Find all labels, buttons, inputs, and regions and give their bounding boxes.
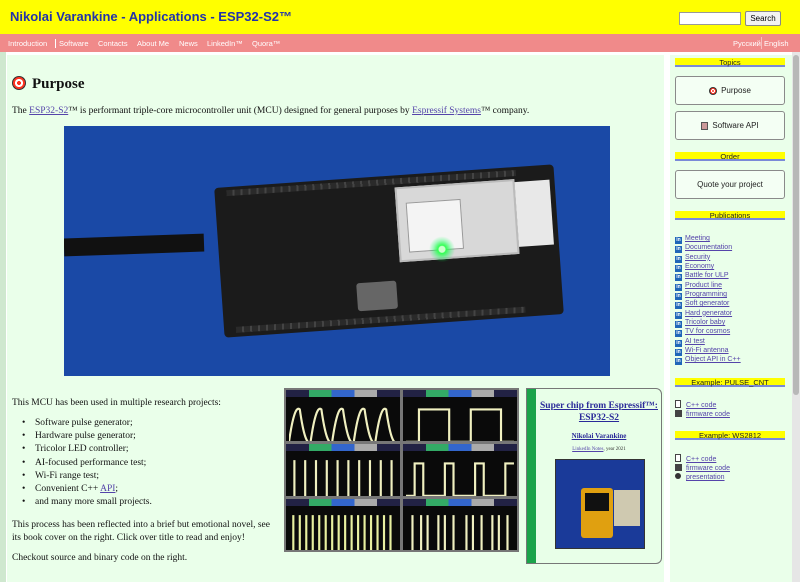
code-link[interactable]: C++ code (675, 454, 730, 464)
research-text: This MCU has been used in multiple resea… (12, 398, 221, 408)
dev-board (214, 164, 564, 338)
presentation-icon (675, 473, 681, 479)
book-cover-image[interactable] (555, 459, 645, 549)
list-item: Wi-Fi range test; (22, 471, 152, 484)
document-icon (701, 121, 709, 130)
api-link[interactable]: API (100, 484, 115, 494)
publication-item[interactable]: in AI test (675, 337, 741, 347)
topic-software-api-button[interactable]: Software API (675, 111, 785, 140)
sidebar-heading-order: Order (675, 152, 785, 161)
project-list: Software pulse generator; Hardware pulse… (22, 418, 152, 510)
nav-item-software[interactable]: Software (55, 39, 89, 48)
nav-item-about-me[interactable]: About Me (137, 39, 169, 48)
scope-screen (403, 390, 517, 442)
list-item: Software pulse generator; (22, 418, 152, 431)
publications-list: in Meeting in Documentation in Security in E… (675, 234, 741, 366)
file-icon (675, 454, 681, 462)
book-card[interactable]: Super chip from Espressif™: ESP32-S2 Nik… (526, 388, 662, 564)
presentation-link[interactable]: presentation (675, 473, 730, 483)
list-item: AI-focused performance test; (22, 458, 152, 471)
sidebar-heading-example-pulse-cnt: Example: PULSE_CNT (675, 378, 785, 387)
nav-item-quora[interactable]: Quora™ (252, 39, 280, 48)
publication-item[interactable]: in Battle for ULP (675, 271, 741, 282)
publication-item[interactable]: in Programming (675, 290, 741, 301)
esp32-s2-link[interactable]: ESP32-S2 (29, 106, 68, 116)
publication-item[interactable]: in Hard generator (675, 309, 741, 319)
topic-purpose-button[interactable]: Purpose (675, 76, 785, 105)
publication-item[interactable]: in Product line (675, 281, 741, 291)
sidebar-heading-publications: Publications (675, 211, 785, 220)
site-header: Nikolai Varankine - Applications - ESP32… (0, 0, 800, 34)
list-item: Convenient C++ API; (22, 484, 152, 497)
publication-item[interactable]: in Meeting (675, 234, 741, 244)
search-button[interactable]: Search (745, 11, 781, 26)
usb-connector (356, 280, 399, 312)
nav-item-contacts[interactable]: Contacts (98, 39, 128, 48)
book-title-link[interactable]: Super chip from Espressif™: ESP32-S2 (539, 400, 659, 424)
firmware-link[interactable]: firmware code (675, 463, 730, 474)
checkout-text: Checkout source and binary code on the r… (12, 553, 188, 563)
green-led (428, 235, 456, 264)
binary-icon (675, 463, 682, 471)
nav-item-news[interactable]: News (179, 39, 198, 48)
nav-item-linkedin[interactable]: LinkedIn™ (207, 39, 243, 48)
board-photo (64, 126, 610, 376)
scope-screen (403, 444, 517, 496)
publication-item[interactable]: in Tricolor baby (675, 318, 741, 329)
binary-icon (675, 409, 682, 417)
page-title: Purpose (12, 76, 85, 93)
espressif-link[interactable]: Espressif Systems (412, 106, 481, 116)
publication-item[interactable]: in Soft generator (675, 299, 741, 310)
book-author[interactable]: Nikolai Varankine (539, 432, 659, 440)
file-icon (675, 400, 681, 408)
scope-screen (403, 498, 517, 550)
left-margin (0, 52, 6, 582)
intro-paragraph: The ESP32-S2™ is performant triple-core … (12, 106, 530, 116)
search-input[interactable] (679, 12, 741, 25)
code-link[interactable]: C++ code (675, 400, 730, 410)
publication-item[interactable]: in Wi-Fi antenna (675, 346, 741, 357)
example-pulse-cnt-links: C++ code firmware code (675, 400, 730, 419)
list-item: Tricolor LED controller; (22, 444, 152, 457)
example-ws2812-links: C++ code firmware code presentation (675, 454, 730, 483)
list-item: and many more small projects. (22, 497, 152, 510)
publication-item[interactable]: in Security (675, 253, 741, 263)
publication-item[interactable]: in Economy (675, 262, 741, 273)
linkedin-icon: in (675, 358, 682, 366)
scrollbar-thumb[interactable] (793, 55, 799, 395)
nav-item-introduction[interactable]: Introduction (8, 39, 47, 48)
scope-screen (286, 498, 400, 550)
list-item: Hardware pulse generator; (22, 431, 152, 444)
sidebar-heading-example-ws2812: Example: WS2812 (675, 431, 785, 440)
publication-item[interactable]: in TV for cosmos (675, 327, 741, 338)
wifi-module (394, 179, 520, 263)
publication-item[interactable]: in Object API in C++ (675, 355, 741, 366)
scope-screen (286, 444, 400, 496)
publication-item[interactable]: in Documentation (675, 243, 741, 254)
site-title: Nikolai Varankine - Applications - ESP32… (10, 9, 292, 24)
oscilloscope-grid (284, 388, 519, 552)
lang-russian[interactable]: Русский (733, 39, 761, 48)
lang-divider (761, 37, 762, 49)
nav-bar: Introduction Software Contacts About Me … (0, 34, 800, 52)
target-icon (709, 86, 718, 95)
firmware-link[interactable]: firmware code (675, 409, 730, 420)
scope-screen (286, 390, 400, 442)
lang-english[interactable]: English (764, 39, 789, 48)
quote-project-button[interactable]: Quote your project (675, 170, 785, 199)
book-notes: LinkedIn Notes, year 2021 (572, 447, 626, 452)
antenna (514, 179, 554, 247)
novel-text: This process has been reflected into a b… (12, 520, 270, 543)
usb-cable (64, 233, 205, 257)
sidebar-heading-topics: Topics (675, 58, 785, 67)
book-spine (527, 389, 536, 563)
target-icon (12, 76, 26, 90)
